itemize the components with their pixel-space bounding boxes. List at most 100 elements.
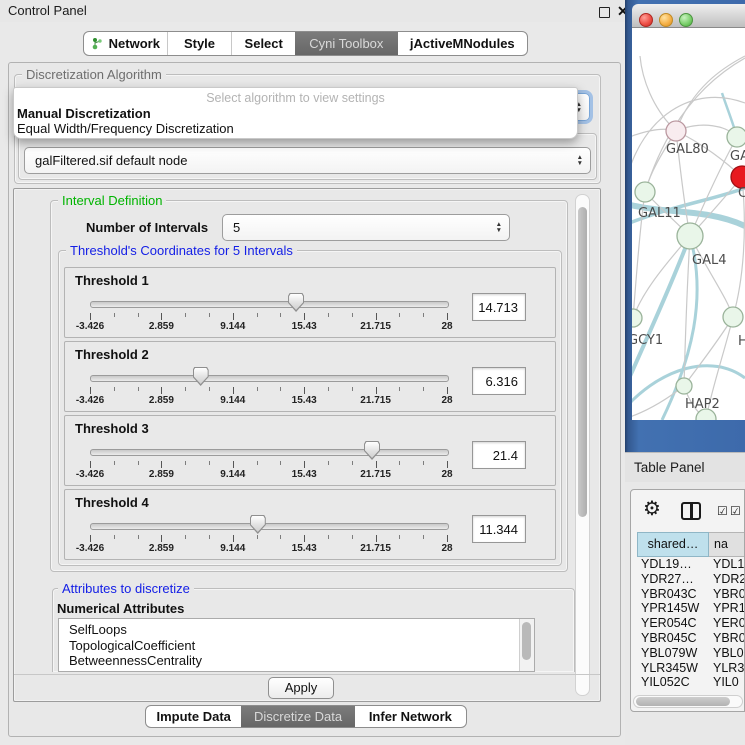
threshold-value-field[interactable]: 21.4 — [472, 441, 526, 469]
network-node[interactable] — [676, 378, 692, 394]
slider-tick — [90, 461, 91, 468]
threshold-value-field[interactable]: 6.316 — [472, 367, 526, 395]
threshold-panel: Threshold 3 -3.4262.8599.14415.4321.7152… — [64, 415, 556, 486]
threshold-value-field[interactable]: 14.713 — [472, 293, 526, 321]
cell-name[interactable]: YDL1 — [709, 557, 745, 572]
threshold-slider-thumb[interactable] — [288, 293, 304, 312]
cell-shared-name[interactable]: YBR043C — [637, 587, 709, 602]
network-edge[interactable] — [676, 56, 745, 131]
table-row[interactable]: YER054CYER0 — [637, 616, 745, 631]
network-node[interactable] — [632, 309, 642, 327]
network-canvas[interactable]: GAL80GACGAL11GAL4GCY1HHAP2 — [632, 28, 745, 420]
cell-shared-name[interactable]: YDR27… — [637, 572, 709, 587]
tab-style-label: Style — [184, 36, 215, 51]
table-row[interactable]: YBL079WYBL0 — [637, 646, 745, 661]
tab-select[interactable]: Select — [232, 32, 295, 55]
cell-name[interactable]: YIL0 — [709, 675, 745, 690]
tab-cyni-toolbox[interactable]: Cyni Toolbox — [295, 32, 398, 55]
settings-scrollbar[interactable] — [575, 194, 590, 696]
table-row[interactable]: YIL052CYIL0 — [637, 675, 745, 690]
attributes-scrollbar-thumb[interactable] — [522, 622, 531, 660]
zoom-traffic-light[interactable] — [679, 13, 693, 27]
threshold-slider-track[interactable] — [90, 375, 449, 382]
split-columns-icon[interactable] — [681, 502, 701, 520]
cell-shared-name[interactable]: YIL052C — [637, 675, 709, 690]
tab-style[interactable]: Style — [168, 32, 233, 55]
threshold-slider-thumb[interactable] — [193, 367, 209, 386]
float-window-icon[interactable] — [599, 7, 610, 18]
checkbox-icon[interactable]: ☑ — [717, 505, 728, 517]
column-header-name[interactable]: na — [709, 532, 745, 557]
cell-name[interactable]: YLR3 — [709, 661, 745, 676]
table-row[interactable]: YBR045CYBR0 — [637, 631, 745, 646]
table-row[interactable]: YPR145WYPR1 — [637, 601, 745, 616]
tab-network[interactable]: Network — [84, 32, 168, 55]
cell-name[interactable]: YER0 — [709, 616, 745, 631]
table-row[interactable]: YDL19…YDL1 — [637, 557, 745, 572]
table-horizontal-scrollbar[interactable] — [633, 695, 743, 708]
dropdown-option-equal-width[interactable]: Equal Width/Frequency Discretization — [17, 121, 234, 137]
tab-impute-data[interactable]: Impute Data — [146, 706, 241, 727]
network-node[interactable] — [727, 127, 745, 147]
tab-jactivemnodules[interactable]: jActiveMNodules — [398, 32, 527, 55]
cell-name[interactable]: YBL0 — [709, 646, 745, 661]
network-edge[interactable] — [632, 236, 690, 383]
threshold-panel: Threshold 2 -3.4262.8599.14415.4321.7152… — [64, 341, 556, 412]
dropdown-option-manual[interactable]: Manual Discretization — [17, 106, 151, 122]
network-window-titlebar[interactable] — [632, 4, 745, 28]
attributes-scrollbar[interactable] — [519, 619, 534, 671]
cell-shared-name[interactable]: YPR145W — [637, 601, 709, 616]
network-node[interactable] — [635, 182, 655, 202]
minimize-traffic-light[interactable] — [659, 13, 673, 27]
network-edge[interactable] — [684, 317, 733, 386]
slider-tick-label: 2.859 — [149, 321, 174, 332]
attribute-item[interactable]: BetweennessCentrality — [59, 653, 534, 669]
network-edge[interactable] — [645, 58, 745, 192]
attributes-group-title: Attributes to discretize — [58, 582, 194, 596]
gear-icon[interactable]: ⚙ — [643, 498, 661, 520]
close-traffic-light[interactable] — [639, 13, 653, 27]
tab-discretize-data[interactable]: Discretize Data — [241, 706, 354, 727]
cell-name[interactable]: YBR0 — [709, 587, 745, 602]
apply-button[interactable]: Apply — [268, 677, 334, 699]
threshold-slider-track[interactable] — [90, 301, 449, 308]
number-of-intervals-combobox[interactable]: 5 ▲▼ — [222, 214, 510, 241]
threshold-slider-track[interactable] — [90, 523, 449, 530]
attribute-item[interactable]: SelfLoops — [59, 622, 534, 638]
slider-tick — [423, 535, 424, 539]
node-label: C — [738, 186, 745, 201]
cell-shared-name[interactable]: YLR345W — [637, 661, 709, 676]
cell-shared-name[interactable]: YBL079W — [637, 646, 709, 661]
cell-shared-name[interactable]: YDL19… — [637, 557, 709, 572]
cell-name[interactable]: YPR1 — [709, 601, 745, 616]
cell-name[interactable]: YDR2 — [709, 572, 745, 587]
table-row[interactable]: YDR27…YDR2 — [637, 572, 745, 587]
attribute-item[interactable]: TopologicalCoefficient — [59, 638, 534, 654]
threshold-slider-thumb[interactable] — [364, 441, 380, 460]
slider-tick-label: 2.859 — [149, 395, 174, 406]
settings-scrollbar-thumb[interactable] — [578, 207, 587, 517]
table-row[interactable]: YLR345WYLR3 — [637, 661, 745, 676]
checkbox-icon[interactable]: ☑ — [730, 505, 741, 517]
slider-tick — [90, 387, 91, 394]
network-node[interactable] — [666, 121, 686, 141]
node-label: GAL4 — [692, 253, 726, 268]
slider-tick — [280, 313, 281, 317]
network-node[interactable] — [677, 223, 703, 249]
cell-name[interactable]: YBR0 — [709, 631, 745, 646]
tab-infer-network[interactable]: Infer Network — [355, 706, 466, 727]
column-header-shared-name[interactable]: shared… — [637, 532, 709, 557]
table-horizontal-scrollbar-thumb[interactable] — [636, 697, 730, 706]
network-node[interactable] — [723, 307, 743, 327]
threshold-slider-track[interactable] — [90, 449, 449, 456]
network-edge[interactable] — [640, 56, 676, 131]
network-edge[interactable] — [684, 236, 690, 386]
cell-shared-name[interactable]: YBR045C — [637, 631, 709, 646]
threshold-slider-thumb[interactable] — [250, 515, 266, 534]
table-data-combobox[interactable]: galFiltered.sif default node ▲▼ — [24, 147, 591, 174]
table-row[interactable]: YBR043CYBR0 — [637, 587, 745, 602]
cell-shared-name[interactable]: YER054C — [637, 616, 709, 631]
threshold-label: Threshold 4 — [75, 495, 149, 510]
slider-tick — [447, 535, 448, 542]
threshold-value-field[interactable]: 11.344 — [472, 515, 526, 543]
